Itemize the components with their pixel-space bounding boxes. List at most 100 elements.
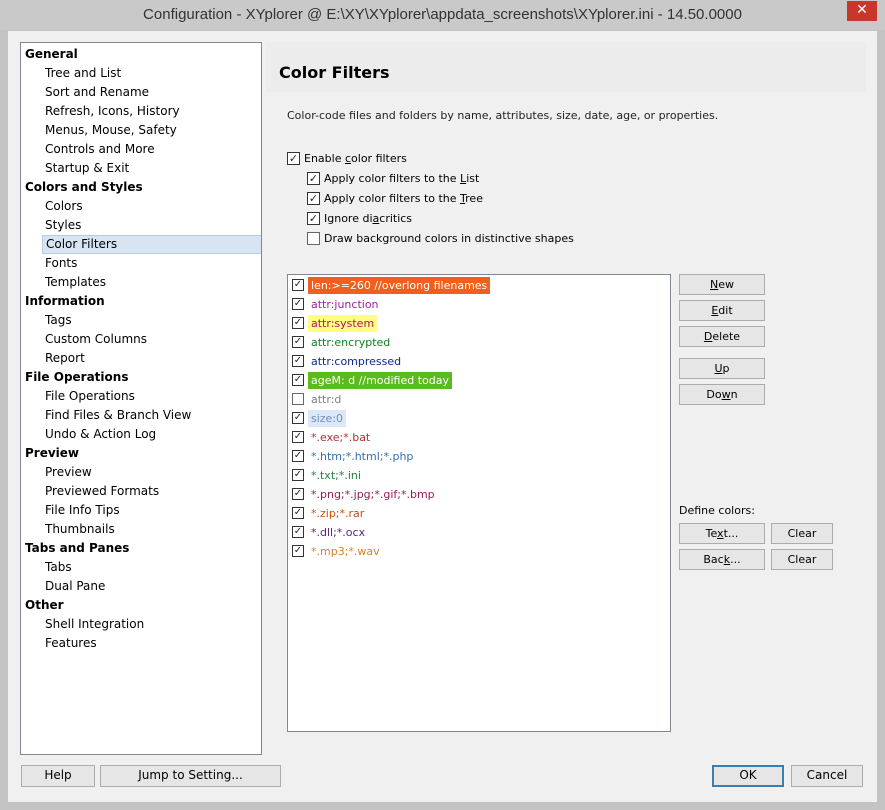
cancel-button[interactable]: Cancel [791, 765, 863, 787]
tree-item-label: Templates [45, 275, 107, 289]
filter-checkbox[interactable]: ✓ [292, 374, 304, 386]
back-color-button[interactable]: Back... [679, 549, 765, 570]
ignore-diacritics-checkbox[interactable]: ✓ Ignore diacritics [307, 210, 412, 228]
tree-group[interactable]: Information [21, 292, 261, 311]
distinctive-shapes-checkbox[interactable]: Draw background colors in distinctive sh… [307, 230, 574, 248]
tree-item[interactable]: Startup & Exit [21, 159, 261, 178]
tree-item[interactable]: Color Filters [21, 235, 261, 254]
clear-text-color-button[interactable]: Clear [771, 523, 833, 544]
tree-item[interactable]: Preview [21, 463, 261, 482]
tree-item[interactable]: Tabs [21, 558, 261, 577]
filter-row[interactable]: ✓ size:0 [292, 409, 347, 428]
jump-to-setting-button[interactable]: Jump to Setting... [100, 765, 281, 787]
checkbox-box[interactable]: ✓ [307, 171, 320, 185]
tree-item[interactable]: Fonts [21, 254, 261, 273]
filter-checkbox[interactable]: ✓ [292, 450, 304, 462]
filter-checkbox[interactable]: ✓ [292, 469, 304, 481]
tree-item-label: File Operations [25, 370, 129, 384]
filter-checkbox[interactable]: ✓ [292, 317, 304, 329]
tree-group[interactable]: File Operations [21, 368, 261, 387]
filter-row[interactable]: ✓ ageM: d //modified today [292, 371, 453, 390]
tree-item[interactable]: Previewed Formats [21, 482, 261, 501]
tree-item[interactable]: Tree and List [21, 64, 261, 83]
filter-row[interactable]: ✓ *.mp3;*.wav [292, 542, 383, 561]
tree-item[interactable]: Templates [21, 273, 261, 292]
filter-row[interactable]: ✓ attr:system [292, 314, 378, 333]
window-title: Configuration - XYplorer @ E:\XY\XYplore… [143, 6, 742, 23]
filter-row[interactable]: ✓ len:>=260 //overlong filenames [292, 276, 491, 295]
filter-checkbox[interactable]: ✓ [292, 279, 304, 291]
page-title: Color Filters [279, 63, 390, 82]
tree-item-label: Color Filters [42, 235, 261, 254]
clear-back-color-button[interactable]: Clear [771, 549, 833, 570]
tree-item[interactable]: File Info Tips [21, 501, 261, 520]
new-filter-button[interactable]: New [679, 274, 765, 295]
filter-checkbox[interactable]: ✓ [292, 336, 304, 348]
tree-item[interactable]: Thumbnails [21, 520, 261, 539]
settings-tree[interactable]: General Tree and List Sort and Rename Refre… [20, 42, 262, 755]
text-color-button[interactable]: Text... [679, 523, 765, 544]
enable-color-filters-checkbox[interactable]: ✓ Enable color filters [287, 150, 407, 168]
tree-item[interactable]: Styles [21, 216, 261, 235]
help-button[interactable]: Help [21, 765, 95, 787]
tree-item[interactable]: Colors [21, 197, 261, 216]
filter-row[interactable]: ✓ *.htm;*.html;*.php [292, 447, 416, 466]
filter-text: attr:system [308, 315, 378, 332]
move-down-button[interactable]: Down [679, 384, 765, 405]
tree-group[interactable]: Colors and Styles [21, 178, 261, 197]
move-up-button[interactable]: Up [679, 358, 765, 379]
filter-row[interactable]: ✓ attr:junction [292, 295, 382, 314]
tree-item[interactable]: Dual Pane [21, 577, 261, 596]
tree-item[interactable]: Controls and More [21, 140, 261, 159]
color-filter-list[interactable]: ✓ len:>=260 //overlong filenames ✓ attr:jun… [287, 274, 671, 732]
filter-checkbox[interactable]: ✓ [292, 355, 304, 367]
filter-row[interactable]: ✓ attr:encrypted [292, 333, 393, 352]
tree-item[interactable]: Find Files & Branch View [21, 406, 261, 425]
filter-row[interactable]: ✓ *.exe;*.bat [292, 428, 373, 447]
delete-filter-button[interactable]: Delete [679, 326, 765, 347]
tree-item[interactable]: File Operations [21, 387, 261, 406]
filter-text: *.mp3;*.wav [311, 545, 380, 558]
tree-item-label: Colors and Styles [25, 180, 143, 194]
filter-text: attr:d [311, 393, 342, 406]
tree-item-label: Sort and Rename [45, 85, 150, 99]
tree-item[interactable]: Shell Integration [21, 615, 261, 634]
tree-item[interactable]: Features [21, 634, 261, 653]
checkbox-box[interactable]: ✓ [307, 191, 320, 205]
filter-row[interactable]: attr:d [292, 390, 344, 409]
tree-item[interactable]: Refresh, Icons, History [21, 102, 261, 121]
ok-button[interactable]: OK [712, 765, 784, 787]
filter-checkbox[interactable]: ✓ [292, 298, 304, 310]
tree-item-label: Undo & Action Log [45, 427, 157, 441]
tree-group[interactable]: Other [21, 596, 261, 615]
filter-row[interactable]: ✓ *.png;*.jpg;*.gif;*.bmp [292, 485, 438, 504]
apply-to-list-checkbox[interactable]: ✓ Apply color filters to the List [307, 170, 479, 188]
edit-filter-button[interactable]: Edit [679, 300, 765, 321]
checkbox-box[interactable]: ✓ [307, 211, 320, 225]
filter-checkbox[interactable]: ✓ [292, 526, 304, 538]
tree-item[interactable]: Undo & Action Log [21, 425, 261, 444]
checkbox-box[interactable] [307, 231, 320, 245]
tree-group[interactable]: General [21, 45, 261, 64]
tree-item[interactable]: Sort and Rename [21, 83, 261, 102]
filter-checkbox[interactable]: ✓ [292, 545, 304, 557]
close-icon[interactable]: ✕ [856, 2, 868, 18]
filter-checkbox[interactable] [292, 393, 304, 405]
filter-checkbox[interactable]: ✓ [292, 488, 304, 500]
close-window-button[interactable]: ✕ [847, 1, 877, 21]
filter-row[interactable]: ✓ *.dll;*.ocx [292, 523, 368, 542]
tree-group[interactable]: Tabs and Panes [21, 539, 261, 558]
filter-checkbox[interactable]: ✓ [292, 412, 304, 424]
filter-checkbox[interactable]: ✓ [292, 507, 304, 519]
checkbox-box[interactable]: ✓ [287, 151, 300, 165]
tree-group[interactable]: Preview [21, 444, 261, 463]
apply-to-tree-checkbox[interactable]: ✓ Apply color filters to the Tree [307, 190, 483, 208]
filter-row[interactable]: ✓ attr:compressed [292, 352, 404, 371]
tree-item[interactable]: Menus, Mouse, Safety [21, 121, 261, 140]
filter-checkbox[interactable]: ✓ [292, 431, 304, 443]
tree-item[interactable]: Custom Columns [21, 330, 261, 349]
tree-item[interactable]: Report [21, 349, 261, 368]
filter-row[interactable]: ✓ *.txt;*.ini [292, 466, 364, 485]
filter-row[interactable]: ✓ *.zip;*.rar [292, 504, 367, 523]
tree-item[interactable]: Tags [21, 311, 261, 330]
